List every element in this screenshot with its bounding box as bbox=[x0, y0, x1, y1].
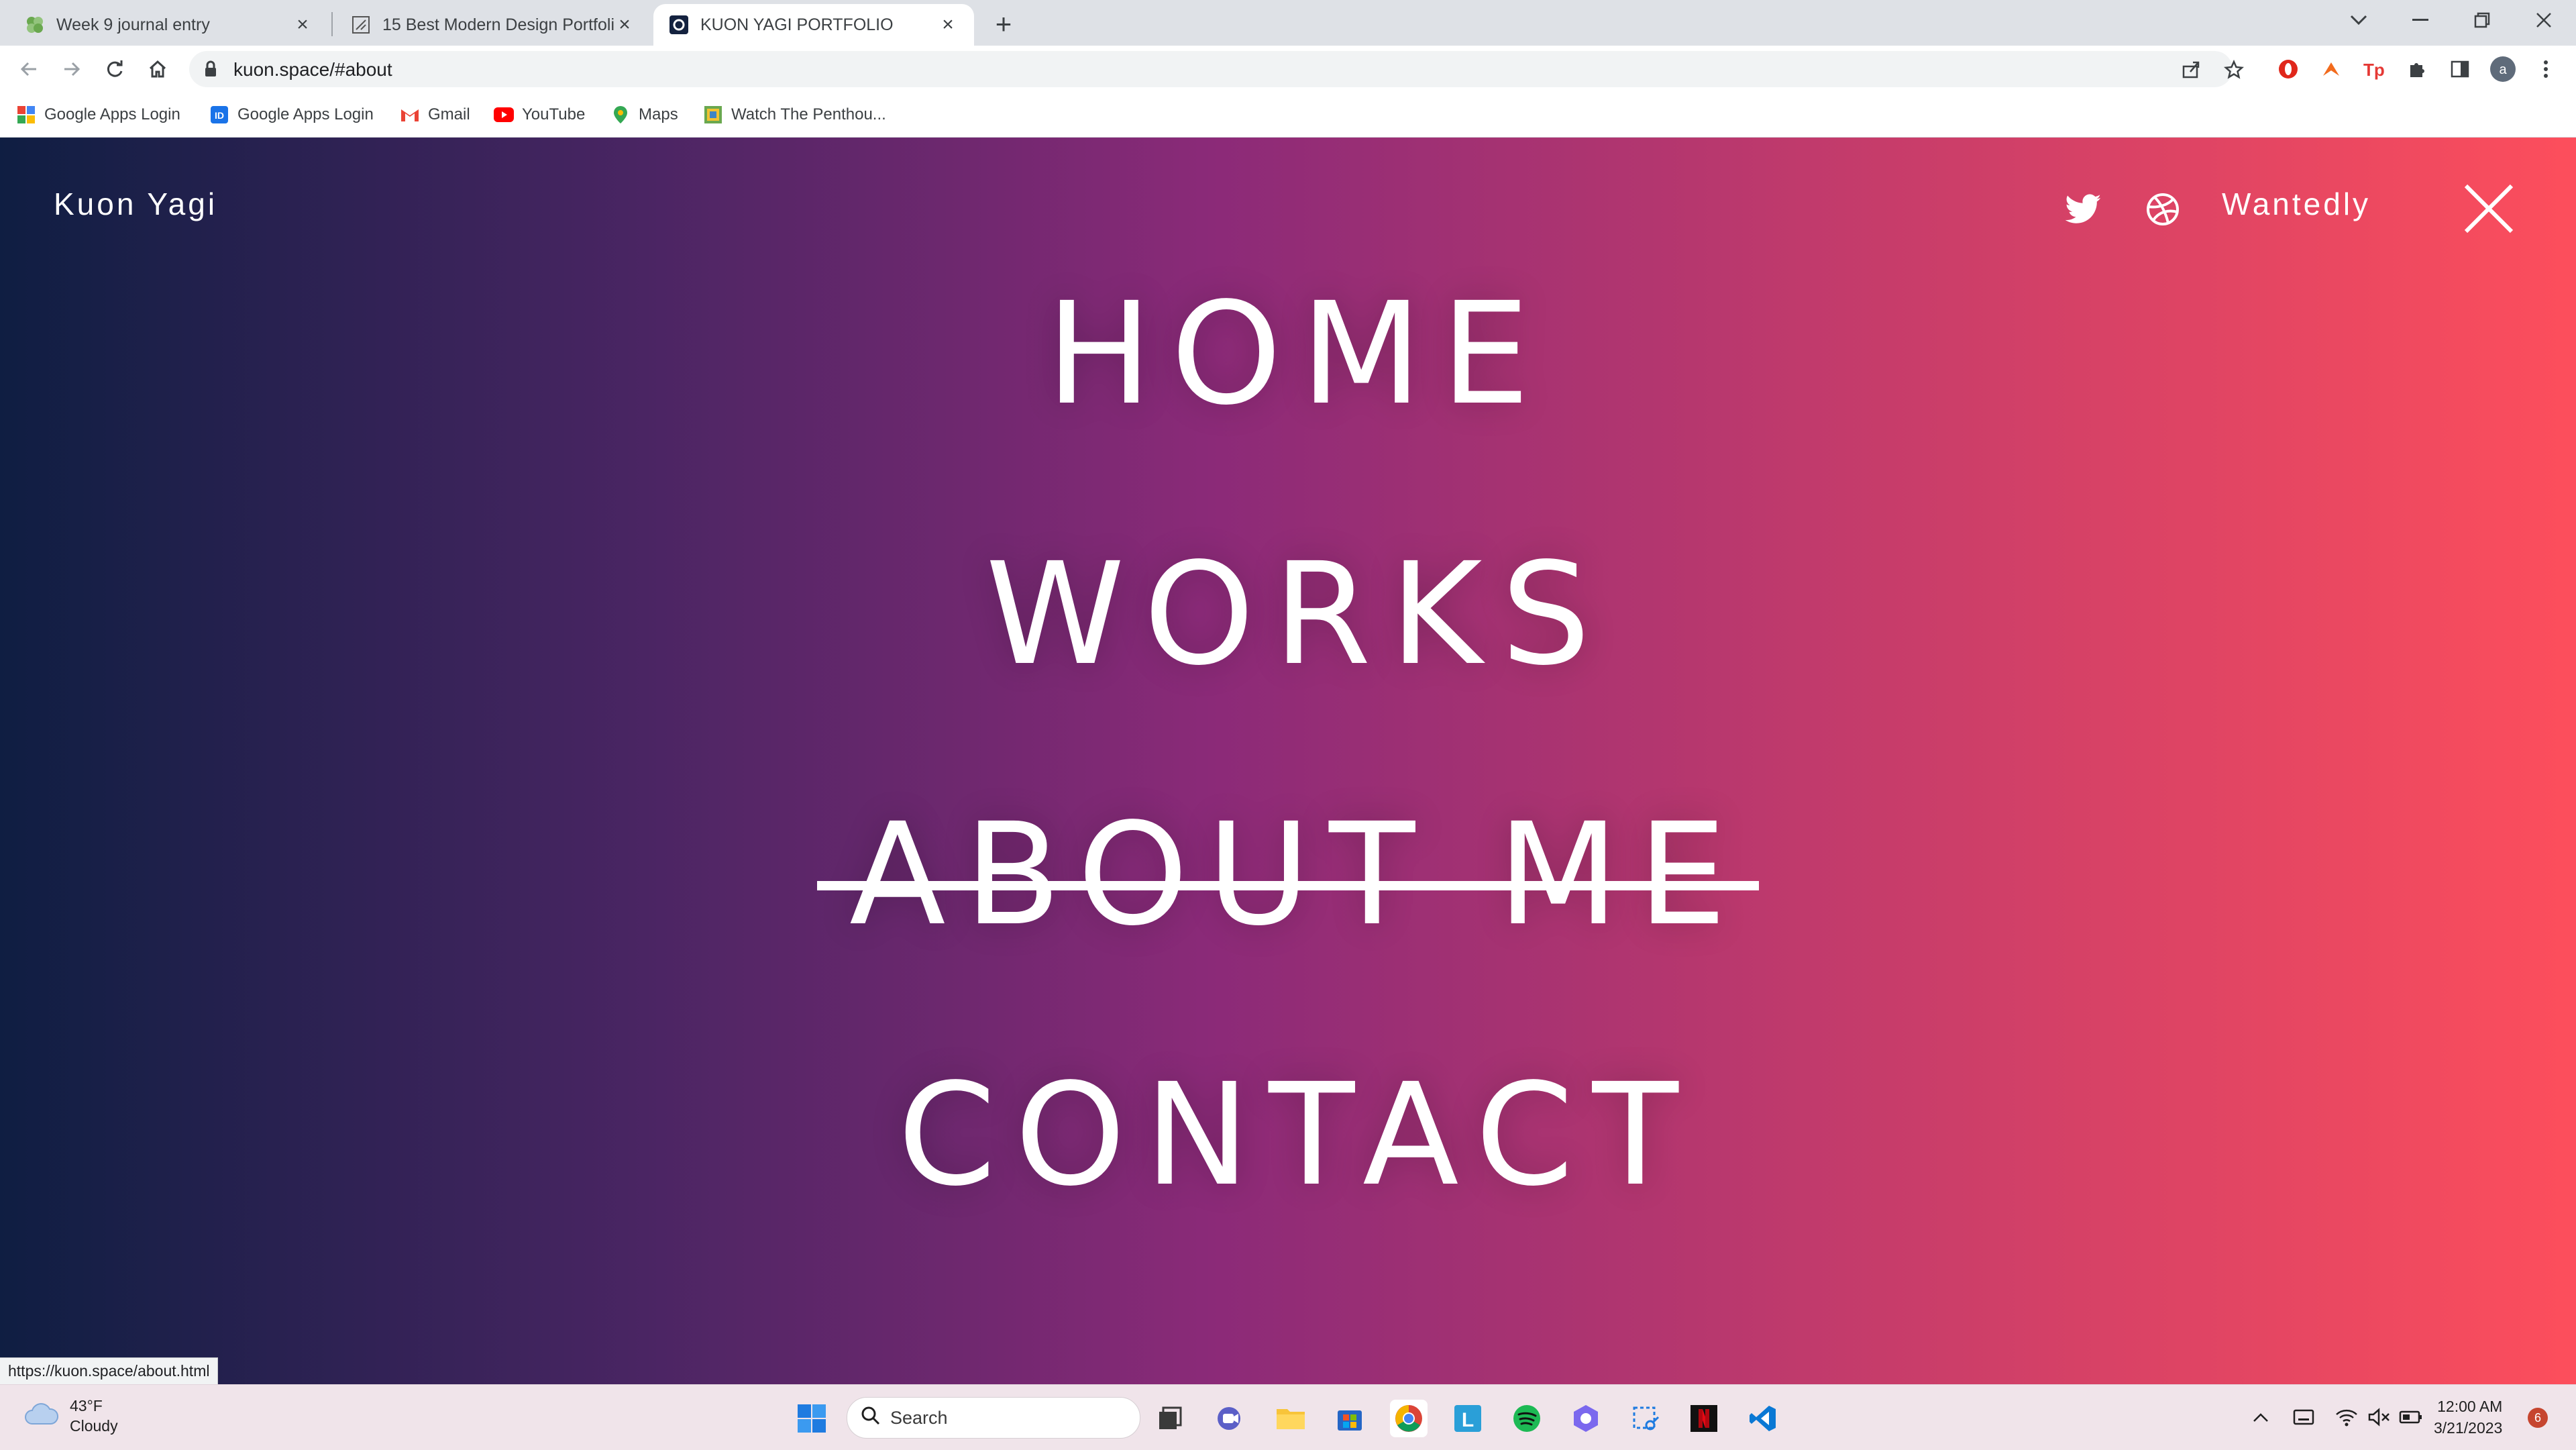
menu-item-label: ABOUT ME bbox=[817, 792, 1759, 957]
bookmark-youtube[interactable]: YouTube bbox=[494, 102, 585, 127]
bookmark-label: Google Apps Login bbox=[237, 105, 374, 123]
touch-keyboard-icon[interactable] bbox=[2290, 1402, 2317, 1432]
weather-desc: Cloudy bbox=[70, 1417, 118, 1435]
search-icon bbox=[861, 1406, 881, 1431]
bookmark-watch-penthouse[interactable]: Watch The Penthou... bbox=[703, 102, 886, 127]
bookmark-maps[interactable]: Maps bbox=[610, 102, 678, 127]
menu-item-label: CONTACT bbox=[898, 1053, 1697, 1217]
browser-toolbar: kuon.space/#about Tp a bbox=[0, 46, 2576, 93]
tp-extension-icon[interactable]: Tp bbox=[2359, 54, 2390, 85]
green-leaf-icon bbox=[25, 15, 44, 34]
windows-taskbar: 43°F Cloudy Search L 12:00 AM 3/21/2023 … bbox=[0, 1384, 2576, 1450]
task-view-icon[interactable] bbox=[1151, 1400, 1189, 1437]
bookmark-google-apps-login[interactable]: Google Apps Login bbox=[16, 102, 180, 127]
copilot-icon[interactable] bbox=[1567, 1400, 1605, 1437]
menu-item-label: HOME bbox=[1046, 272, 1549, 436]
svg-text:L: L bbox=[1462, 1409, 1474, 1431]
fullscreen-nav-menu: HOME WORKS ABOUT ME CONTACT bbox=[0, 138, 2576, 1384]
clock-date: 3/21/2023 bbox=[2434, 1419, 2503, 1437]
new-tab-button[interactable]: + bbox=[989, 8, 1018, 40]
menu-item-about-me[interactable]: ABOUT ME bbox=[0, 792, 2576, 957]
tab-close-icon[interactable]: × bbox=[938, 13, 958, 36]
volume-muted-icon[interactable] bbox=[2365, 1402, 2392, 1432]
tab-title: KUON YAGI PORTFOLIO bbox=[700, 15, 894, 34]
weather-widget[interactable]: 43°F Cloudy bbox=[24, 1396, 118, 1436]
bookmark-star-icon[interactable] bbox=[2223, 59, 2245, 81]
url-text: kuon.space/#about bbox=[233, 59, 392, 80]
bookmarks-bar: Google Apps Login ID Google Apps Login G… bbox=[0, 93, 2576, 138]
clock-time: 12:00 AM bbox=[2437, 1398, 2503, 1415]
battery-icon[interactable] bbox=[2398, 1402, 2424, 1432]
back-button[interactable] bbox=[13, 54, 44, 85]
spotify-icon[interactable] bbox=[1508, 1400, 1546, 1437]
home-button[interactable] bbox=[142, 54, 173, 85]
bookmark-gmail[interactable]: Gmail bbox=[400, 102, 470, 127]
notification-badge[interactable]: 6 bbox=[2528, 1408, 2548, 1428]
snipping-tool-icon[interactable] bbox=[1626, 1400, 1664, 1437]
close-window-button[interactable] bbox=[2524, 5, 2564, 35]
minimize-button[interactable] bbox=[2400, 5, 2440, 35]
netflix-icon[interactable] bbox=[1685, 1400, 1723, 1437]
bookmark-google-apps-login-2[interactable]: ID Google Apps Login bbox=[209, 102, 374, 127]
tab-week9-journal[interactable]: Week 9 journal entry × bbox=[9, 4, 329, 46]
svg-text:a: a bbox=[2499, 62, 2507, 77]
tab-close-icon[interactable]: × bbox=[614, 13, 635, 36]
tab-design-portfolio[interactable]: 15 Best Modern Design Portfolio × bbox=[335, 4, 651, 46]
tab-title: 15 Best Modern Design Portfolio bbox=[382, 15, 614, 34]
tab-strip: Week 9 journal entry × 15 Best Modern De… bbox=[0, 0, 2576, 46]
share-icon[interactable] bbox=[2180, 59, 2202, 81]
svg-text:ID: ID bbox=[215, 110, 224, 121]
bookmark-label: Maps bbox=[639, 105, 678, 123]
kuon-logo-icon bbox=[669, 15, 688, 34]
maps-pin-icon bbox=[610, 105, 631, 125]
vscode-icon[interactable] bbox=[1744, 1400, 1782, 1437]
menu-item-home[interactable]: HOME bbox=[0, 272, 2576, 436]
taskbar-search[interactable]: Search bbox=[847, 1397, 1140, 1439]
bookmark-label: Google Apps Login bbox=[44, 105, 180, 123]
more-menu-icon[interactable] bbox=[2530, 54, 2561, 85]
bookmark-label: YouTube bbox=[522, 105, 586, 123]
windows-start-icon[interactable] bbox=[793, 1400, 830, 1437]
orange-extension-icon[interactable] bbox=[2316, 54, 2347, 85]
cloud-icon bbox=[24, 1402, 59, 1430]
search-label: Search bbox=[890, 1407, 948, 1428]
tab-search-chevron-icon[interactable] bbox=[2339, 5, 2379, 35]
forward-button[interactable] bbox=[56, 54, 87, 85]
id-badge-icon: ID bbox=[209, 105, 229, 125]
pen-nib-icon bbox=[352, 15, 370, 34]
profile-avatar[interactable]: a bbox=[2487, 54, 2518, 85]
lock-icon[interactable] bbox=[204, 60, 217, 81]
teams-chat-icon[interactable] bbox=[1212, 1400, 1249, 1437]
opera-extension-icon[interactable] bbox=[2273, 54, 2304, 85]
extensions-puzzle-icon[interactable] bbox=[2402, 54, 2432, 85]
restore-button[interactable] bbox=[2462, 5, 2502, 35]
chrome-icon[interactable] bbox=[1390, 1400, 1428, 1437]
tv-show-icon bbox=[703, 105, 723, 125]
tab-kuon-yagi[interactable]: KUON YAGI PORTFOLIO × bbox=[653, 4, 974, 46]
portfolio-page: Kuon Yagi Wantedly HOME WORKS ABOUT ME C… bbox=[0, 138, 2576, 1384]
reload-button[interactable] bbox=[99, 54, 130, 85]
menu-item-label: WORKS bbox=[985, 532, 1609, 696]
show-hidden-icons-chevron[interactable] bbox=[2249, 1402, 2273, 1432]
google-apps-icon bbox=[16, 105, 36, 125]
wifi-icon[interactable] bbox=[2333, 1402, 2360, 1432]
youtube-icon bbox=[494, 105, 514, 125]
side-panel-icon[interactable] bbox=[2445, 54, 2475, 85]
menu-item-contact[interactable]: CONTACT bbox=[0, 1053, 2576, 1217]
l-app-icon[interactable]: L bbox=[1449, 1400, 1487, 1437]
file-explorer-icon[interactable] bbox=[1272, 1400, 1309, 1437]
menu-item-works[interactable]: WORKS bbox=[0, 532, 2576, 696]
tab-title: Week 9 journal entry bbox=[56, 15, 210, 34]
gmail-icon bbox=[400, 105, 420, 125]
microsoft-store-icon[interactable] bbox=[1331, 1400, 1368, 1437]
bookmark-label: Gmail bbox=[428, 105, 470, 123]
taskbar-clock[interactable]: 12:00 AM 3/21/2023 bbox=[2434, 1396, 2502, 1439]
link-status-tooltip: https://kuon.space/about.html bbox=[0, 1357, 219, 1384]
weather-temp: 43°F bbox=[70, 1397, 103, 1414]
tab-divider bbox=[331, 12, 333, 36]
bookmark-label: Watch The Penthou... bbox=[731, 105, 886, 123]
svg-text:Tp: Tp bbox=[2363, 60, 2385, 80]
address-bar[interactable]: kuon.space/#about bbox=[189, 51, 2244, 87]
tab-close-icon[interactable]: × bbox=[292, 13, 313, 36]
